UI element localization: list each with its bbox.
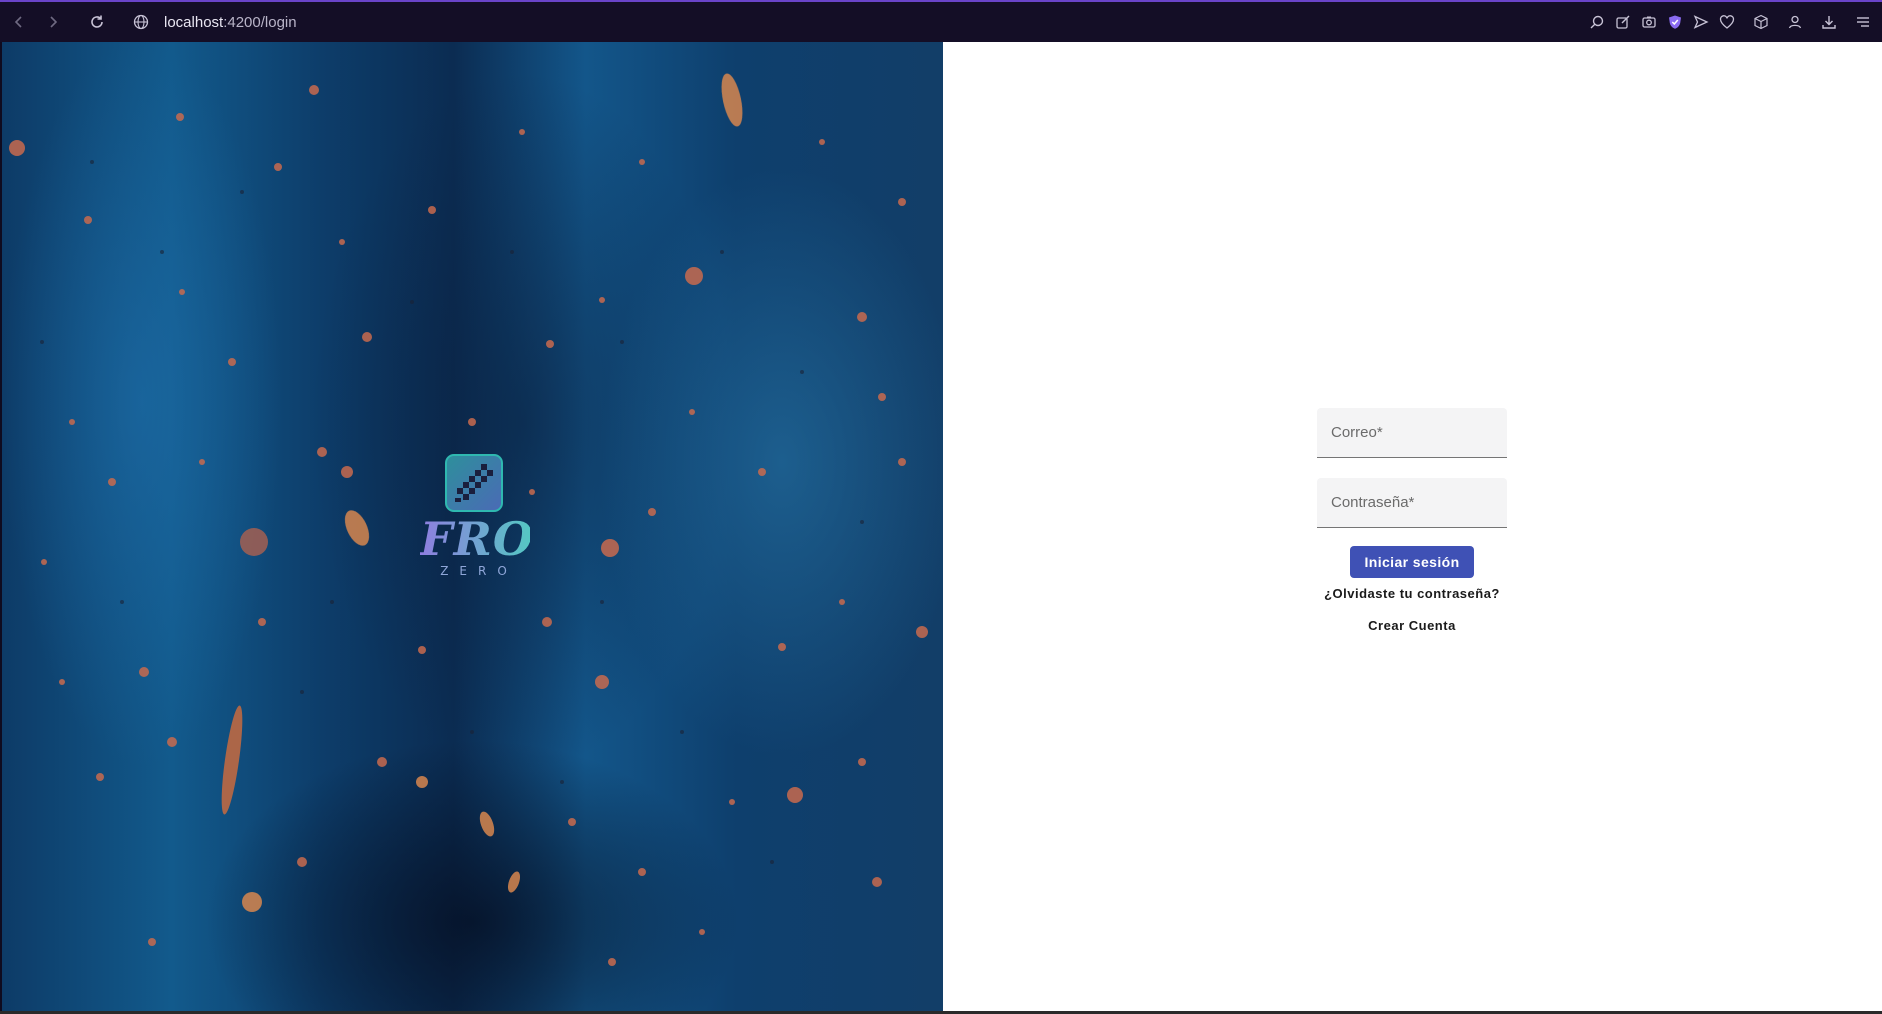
browser-toolbar: localhost:4200/login [0,0,1882,42]
cube-icon[interactable] [1748,9,1774,35]
brand-logo: FROM ZERO [420,454,586,584]
send-icon[interactable] [1688,9,1714,35]
forward-icon[interactable] [38,7,68,37]
user-icon[interactable] [1782,9,1808,35]
logo-subtitle: ZERO [440,564,518,578]
logo-mark-icon [445,454,503,512]
url-host: localhost [164,13,224,31]
password-field[interactable] [1317,478,1507,528]
login-button[interactable]: Iniciar sesión [1350,546,1474,578]
url-text[interactable]: localhost:4200/login [164,14,297,31]
hero-image: FROM ZERO [2,42,943,1012]
camera-icon[interactable] [1636,9,1662,35]
login-form: Iniciar sesión ¿Olvidaste tu contraseña?… [1317,408,1507,633]
toolbar-actions [1584,2,1876,42]
email-field[interactable] [1317,408,1507,458]
shield-icon[interactable] [1662,9,1688,35]
menu-icon[interactable] [1850,9,1876,35]
heart-icon[interactable] [1714,9,1740,35]
back-icon[interactable] [4,7,34,37]
logo-wordmark: FROM [420,512,586,566]
login-page: FROM ZERO Iniciar sesión ¿Olvidaste tu c… [2,42,1882,1012]
form-actions: Iniciar sesión ¿Olvidaste tu contraseña?… [1317,546,1507,633]
forgot-password-link[interactable]: ¿Olvidaste tu contraseña? [1324,586,1500,601]
password-input[interactable] [1317,478,1507,527]
search-icon[interactable] [1584,9,1610,35]
login-panel: Iniciar sesión ¿Olvidaste tu contraseña?… [943,42,1882,1012]
globe-icon [130,11,152,33]
reload-icon[interactable] [82,7,112,37]
edit-icon[interactable] [1610,9,1636,35]
url-path: :4200/login [223,13,297,31]
email-input[interactable] [1317,408,1507,457]
address-bar[interactable]: localhost:4200/login [130,11,297,33]
download-icon[interactable] [1816,9,1842,35]
create-account-link[interactable]: Crear Cuenta [1368,618,1456,633]
